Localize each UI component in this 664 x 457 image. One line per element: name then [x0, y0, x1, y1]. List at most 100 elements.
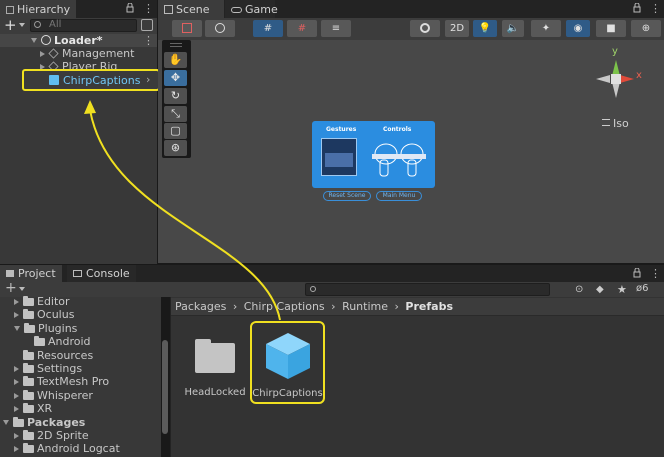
project-tree-item-android-logcat[interactable]: Android Logcat	[0, 442, 120, 455]
rect-tool-icon[interactable]: ▢	[164, 123, 187, 139]
folder-icon	[34, 336, 45, 347]
kebab-menu-icon[interactable]: ⋮	[650, 268, 661, 279]
tree-scrollbar[interactable]	[162, 340, 168, 434]
project-tree-item-xr[interactable]: XR	[0, 402, 52, 415]
chevron-right-icon[interactable]: ›	[146, 73, 150, 86]
folder-icon	[23, 430, 34, 440]
chevron-right-icon[interactable]	[14, 392, 19, 399]
tree-item-label: 2D Sprite	[37, 429, 89, 442]
favorite-star-icon[interactable]: ★	[617, 283, 627, 296]
shading-sphere-icon	[420, 23, 430, 33]
project-tree-item-oculus[interactable]: Oculus	[0, 308, 74, 321]
main-menu-button[interactable]: Main Menu	[376, 191, 422, 201]
chevron-right-icon[interactable]	[14, 446, 19, 453]
chevron-right-icon[interactable]	[14, 312, 19, 319]
tools-palette: ✋ ✥ ↻ ⤡ ▢ ⊛	[162, 40, 191, 158]
scene-visibility-icon[interactable]	[141, 19, 153, 31]
project-tree-item-textmesh-pro[interactable]: TextMesh Pro	[0, 375, 109, 388]
asset-item-headlocked[interactable]: HeadLocked	[184, 335, 246, 405]
lock-icon[interactable]	[633, 267, 641, 278]
scale-tool-icon[interactable]: ⤡	[164, 106, 187, 122]
align-button[interactable]: ≡	[321, 20, 351, 37]
hidden-packages-toggle[interactable]: ø6	[636, 283, 649, 294]
lighting-toggle-button[interactable]: 💡	[473, 20, 497, 37]
orientation-gizmo[interactable]: y x	[590, 46, 642, 116]
global-button[interactable]	[205, 20, 235, 37]
chevron-down-icon[interactable]	[19, 23, 25, 27]
project-tree-item-resources[interactable]: Resources	[0, 349, 93, 362]
chevron-down-icon[interactable]	[3, 419, 9, 425]
unity-scene-icon	[41, 35, 51, 45]
grid-snap-button[interactable]: #	[253, 20, 283, 37]
chevron-down-icon[interactable]	[19, 287, 25, 291]
snap-icon: #	[297, 23, 307, 34]
scene-grid-icon	[164, 5, 173, 14]
breadcrumb-item[interactable]: Packages	[175, 300, 226, 313]
project-tree-item-editor[interactable]: Editor	[0, 295, 70, 308]
breadcrumb-item[interactable]: Runtime	[342, 300, 388, 313]
shading-mode-button[interactable]	[410, 20, 440, 37]
folder-icon	[195, 343, 235, 373]
tree-item-label: Plugins	[38, 321, 78, 335]
2d-toggle-button[interactable]: 2D	[445, 20, 469, 37]
rotate-tool-icon[interactable]: ↻	[164, 88, 187, 104]
asset-item-chirpcaptions[interactable]: ChirpCaptions	[250, 321, 325, 404]
effects-button[interactable]: ✦	[531, 20, 561, 37]
chevron-down-icon[interactable]	[14, 325, 20, 331]
chevron-right-icon[interactable]	[14, 406, 19, 413]
tree-item-label: Android	[48, 335, 91, 349]
tab-console[interactable]: Console	[67, 265, 136, 282]
hierarchy-item-chirpcaptions[interactable]: ChirpCaptions ›	[22, 69, 160, 91]
breadcrumb-current[interactable]: Prefabs	[405, 300, 453, 313]
lock-icon[interactable]	[126, 2, 134, 13]
chevron-right-icon[interactable]	[14, 299, 19, 305]
tree-item-label: Oculus	[37, 308, 75, 322]
scene-preview-card[interactable]: Gestures Controls	[312, 121, 435, 188]
project-tree-item-settings[interactable]: Settings	[0, 362, 82, 375]
snap-increment-button[interactable]: #	[287, 20, 317, 37]
move-tool-icon[interactable]: ✥	[164, 70, 187, 86]
project-tree-item-2d-sprite[interactable]: 2D Sprite	[0, 429, 89, 442]
kebab-menu-icon[interactable]: ⋮	[143, 3, 154, 14]
search-by-type-icon[interactable]: ⊙	[575, 284, 583, 295]
breadcrumb-item[interactable]: Chirp Captions	[244, 300, 325, 313]
lightbulb-icon: 💡	[478, 23, 492, 34]
tab-game[interactable]: Game	[225, 0, 278, 19]
projection-icon	[602, 119, 610, 126]
tree-item-label: Android Logcat	[37, 442, 120, 456]
draw-mode-button[interactable]	[172, 20, 202, 37]
search-icon	[310, 286, 316, 292]
kebab-menu-icon[interactable]: ⋮	[143, 34, 154, 47]
breadcrumb: Packages › Chirp Captions › Runtime › Pr…	[171, 298, 664, 316]
search-icon	[34, 21, 41, 28]
projection-label[interactable]: Iso	[602, 117, 629, 130]
project-search-input[interactable]	[305, 283, 550, 296]
hierarchy-item-loader[interactable]: Loader*	[0, 34, 157, 47]
hierarchy-item-management[interactable]: Management	[0, 47, 134, 60]
hidden-objects-button[interactable]: ◉	[566, 20, 590, 37]
grid-icon: #	[263, 23, 273, 34]
label-filter-icon[interactable]: ◆	[596, 284, 604, 295]
project-tree-item-android[interactable]: Android	[0, 335, 91, 348]
lock-icon[interactable]	[633, 2, 641, 13]
chevron-right-icon[interactable]	[14, 366, 19, 372]
tab-scene[interactable]: Scene	[158, 0, 224, 19]
folder-icon	[13, 416, 24, 427]
hand-tool-icon[interactable]: ✋	[164, 52, 187, 68]
reset-scene-button[interactable]: Reset Scene	[323, 191, 371, 201]
project-tree-item-whisperer[interactable]: Whisperer	[0, 389, 93, 402]
transform-tool-icon[interactable]: ⊛	[164, 140, 187, 156]
chevron-right-icon[interactable]	[14, 433, 19, 439]
audio-toggle-button[interactable]: 🔈	[502, 20, 524, 37]
search-input[interactable]: All	[30, 19, 137, 32]
kebab-menu-icon[interactable]: ⋮	[650, 3, 661, 14]
project-tree-item-packages[interactable]: Packages	[0, 416, 85, 429]
camera-button[interactable]: ■	[596, 20, 626, 37]
gizmos-button[interactable]: ⊕	[631, 20, 661, 37]
search-placeholder: All	[49, 19, 62, 30]
folder-icon	[23, 349, 34, 360]
chevron-right-icon[interactable]	[14, 379, 19, 386]
gameobject-icon	[48, 48, 59, 59]
add-button[interactable]: +	[4, 17, 17, 33]
project-tree-item-plugins[interactable]: Plugins	[0, 322, 77, 335]
